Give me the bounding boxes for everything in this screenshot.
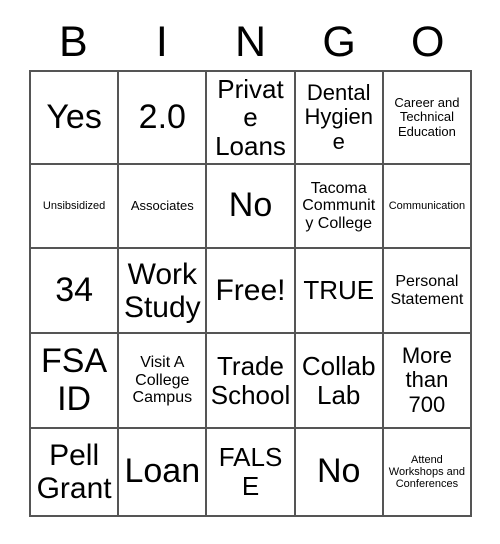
bingo-header-letter-o: O <box>410 17 445 66</box>
bingo-cell-label: Pell Grant <box>36 439 112 505</box>
bingo-cell-g5[interactable]: No <box>295 429 384 517</box>
bingo-header-row: B I N G O <box>29 14 472 70</box>
bingo-cell-g2[interactable]: Tacoma Community College <box>295 165 384 249</box>
bingo-cell-i3[interactable]: Work Study <box>119 249 208 334</box>
bingo-cell-label: Yes <box>46 97 102 136</box>
bingo-cell-b5[interactable]: Pell Grant <box>31 429 120 517</box>
bingo-cell-b4[interactable]: FSA ID <box>31 334 120 429</box>
bingo-cell-label: Visit A College Campus <box>132 354 193 407</box>
bingo-card: B I N G O Yes 2.0 Private Loans Dental H… <box>29 14 473 517</box>
bingo-cell-i1[interactable]: 2.0 <box>119 72 208 165</box>
bingo-grid: Yes 2.0 Private Loans Dental Hygiene Car… <box>29 70 473 517</box>
bingo-cell-b2[interactable]: Unsibsidized <box>31 165 120 249</box>
bingo-cell-n5[interactable]: FALSE <box>207 429 296 517</box>
bingo-row: Unsibsidized Associates No Tacoma Commun… <box>31 165 473 249</box>
bingo-cell-i5[interactable]: Loan <box>119 429 208 517</box>
bingo-cell-o1[interactable]: Career and Technical Education <box>383 72 473 165</box>
bingo-cell-g3[interactable]: TRUE <box>295 249 384 334</box>
bingo-cell-label: FSA ID <box>41 342 108 418</box>
bingo-cell-label: Career and Technical Education <box>394 95 460 139</box>
bingo-cell-label: Dental Hygiene <box>304 80 373 154</box>
bingo-cell-label: No <box>316 452 361 491</box>
bingo-header-letter-i: I <box>155 17 168 66</box>
bingo-row: Pell Grant Loan FALSE No Attend Workshop… <box>31 429 473 517</box>
bingo-cell-o4[interactable]: More than 700 <box>383 334 473 429</box>
bingo-cell-n4[interactable]: Trade School <box>207 334 296 429</box>
bingo-cell-b1[interactable]: Yes <box>31 72 120 165</box>
bingo-cell-label: Collab Lab <box>301 350 376 410</box>
bingo-cell-label: 34 <box>55 270 94 309</box>
bingo-cell-n3[interactable]: Free! <box>207 249 296 334</box>
bingo-cell-label: Communication <box>388 199 466 212</box>
bingo-cell-label: Free! <box>215 274 286 307</box>
bingo-cell-i4[interactable]: Visit A College Campus <box>119 334 208 429</box>
bingo-cell-g1[interactable]: Dental Hygiene <box>295 72 384 165</box>
bingo-cell-label: Work Study <box>123 257 201 324</box>
bingo-cell-label: More than 700 <box>401 343 452 417</box>
bingo-cell-label: Tacoma Community College <box>302 179 376 232</box>
bingo-cell-label: 2.0 <box>138 97 186 136</box>
bingo-row: 34 Work Study Free! TRUE Personal Statem… <box>31 249 473 334</box>
bingo-cell-n2[interactable]: No <box>207 165 296 249</box>
bingo-cell-label: Loan <box>124 452 201 491</box>
bingo-row: FSA ID Visit A College Campus Trade Scho… <box>31 334 473 429</box>
bingo-cell-label: Private Loans <box>215 73 286 161</box>
bingo-header-letter-b: B <box>58 17 88 66</box>
bingo-cell-label: No <box>228 186 273 225</box>
bingo-header-letter-n: N <box>234 17 267 66</box>
bingo-cell-label: Trade School <box>210 350 291 410</box>
bingo-cell-label: Personal Statement <box>390 272 464 308</box>
bingo-cell-label: TRUE <box>303 275 375 306</box>
bingo-cell-o3[interactable]: Personal Statement <box>383 249 473 334</box>
bingo-row: Yes 2.0 Private Loans Dental Hygiene Car… <box>31 72 473 165</box>
bingo-cell-n1[interactable]: Private Loans <box>207 72 296 165</box>
bingo-cell-o2[interactable]: Communication <box>383 165 473 249</box>
bingo-cell-i2[interactable]: Associates <box>119 165 208 249</box>
bingo-cell-label: Associates <box>130 197 194 213</box>
bingo-cell-label: Unsibsidized <box>42 199 106 212</box>
bingo-cell-label: FALSE <box>218 442 283 501</box>
bingo-cell-g4[interactable]: Collab Lab <box>295 334 384 429</box>
bingo-cell-o5[interactable]: Attend Workshops and Conferences <box>383 429 473 517</box>
bingo-cell-b3[interactable]: 34 <box>31 249 120 334</box>
bingo-header-letter-g: G <box>322 17 356 66</box>
bingo-cell-label: Attend Workshops and Conferences <box>388 453 466 491</box>
